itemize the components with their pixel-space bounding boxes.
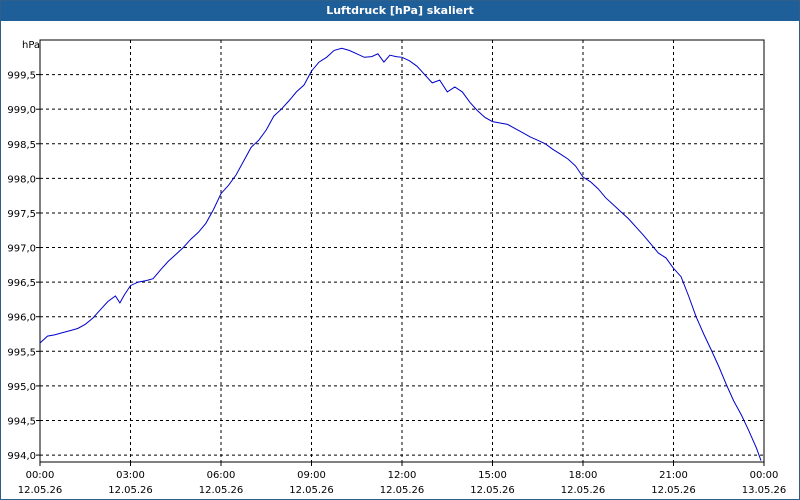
y-tick-label: 996,5: [7, 278, 36, 289]
x-tick-date: 12.05.26: [470, 485, 515, 496]
y-tick-label: 998,5: [7, 140, 36, 151]
x-tick-date: 12.05.26: [108, 485, 153, 496]
x-tick-time: 09:00: [297, 470, 326, 481]
x-tick-time: 03:00: [116, 470, 145, 481]
y-tick-label: 999,0: [7, 105, 36, 116]
x-tick-time: 15:00: [478, 470, 507, 481]
pressure-chart: 994,0 994,5 995,0 995,5 996,0 996,5 997,0 997,5…: [7, 39, 787, 496]
y-tick-label: 999,5: [7, 71, 36, 82]
y-tick-label: 997,0: [7, 244, 36, 255]
x-tick-time: 12:00: [388, 470, 417, 481]
x-tick-date: 12.05.26: [561, 485, 606, 496]
y-tick-label: 998,0: [7, 174, 36, 185]
y-tick-label: 994,0: [7, 451, 36, 462]
x-tick-date: 12.05.26: [199, 485, 244, 496]
x-tick-time: 00:00: [26, 470, 55, 481]
y-axis-label: hPa: [22, 40, 40, 51]
x-axis: 00:00 12.05.26 03:00 12.05.26 06:00 12.05.26 0…: [18, 462, 787, 496]
x-tick-time: 18:00: [569, 470, 598, 481]
x-tick-time: 06:00: [207, 470, 236, 481]
y-axis: 994,0 994,5 995,0 995,5 996,0 996,5 997,0 997,5…: [7, 71, 40, 462]
y-tick-label: 995,0: [7, 382, 36, 393]
y-tick-label: 994,5: [7, 416, 36, 427]
series-line-pressure: [39, 47, 762, 461]
x-tick-date: 12.05.26: [651, 485, 696, 496]
y-tick-label: 996,0: [7, 313, 36, 324]
x-tick-date: 12.05.26: [380, 485, 425, 496]
y-tick-label: 995,5: [7, 347, 36, 358]
x-tick-date: 12.05.26: [289, 485, 334, 496]
x-tick-time: 21:00: [659, 470, 688, 481]
x-tick-time: 00:00: [750, 470, 779, 481]
grid: [40, 40, 764, 462]
y-tick-label: 997,5: [7, 209, 36, 220]
x-tick-date: 13.05.26: [742, 485, 787, 496]
x-tick-date: 12.05.26: [18, 485, 63, 496]
